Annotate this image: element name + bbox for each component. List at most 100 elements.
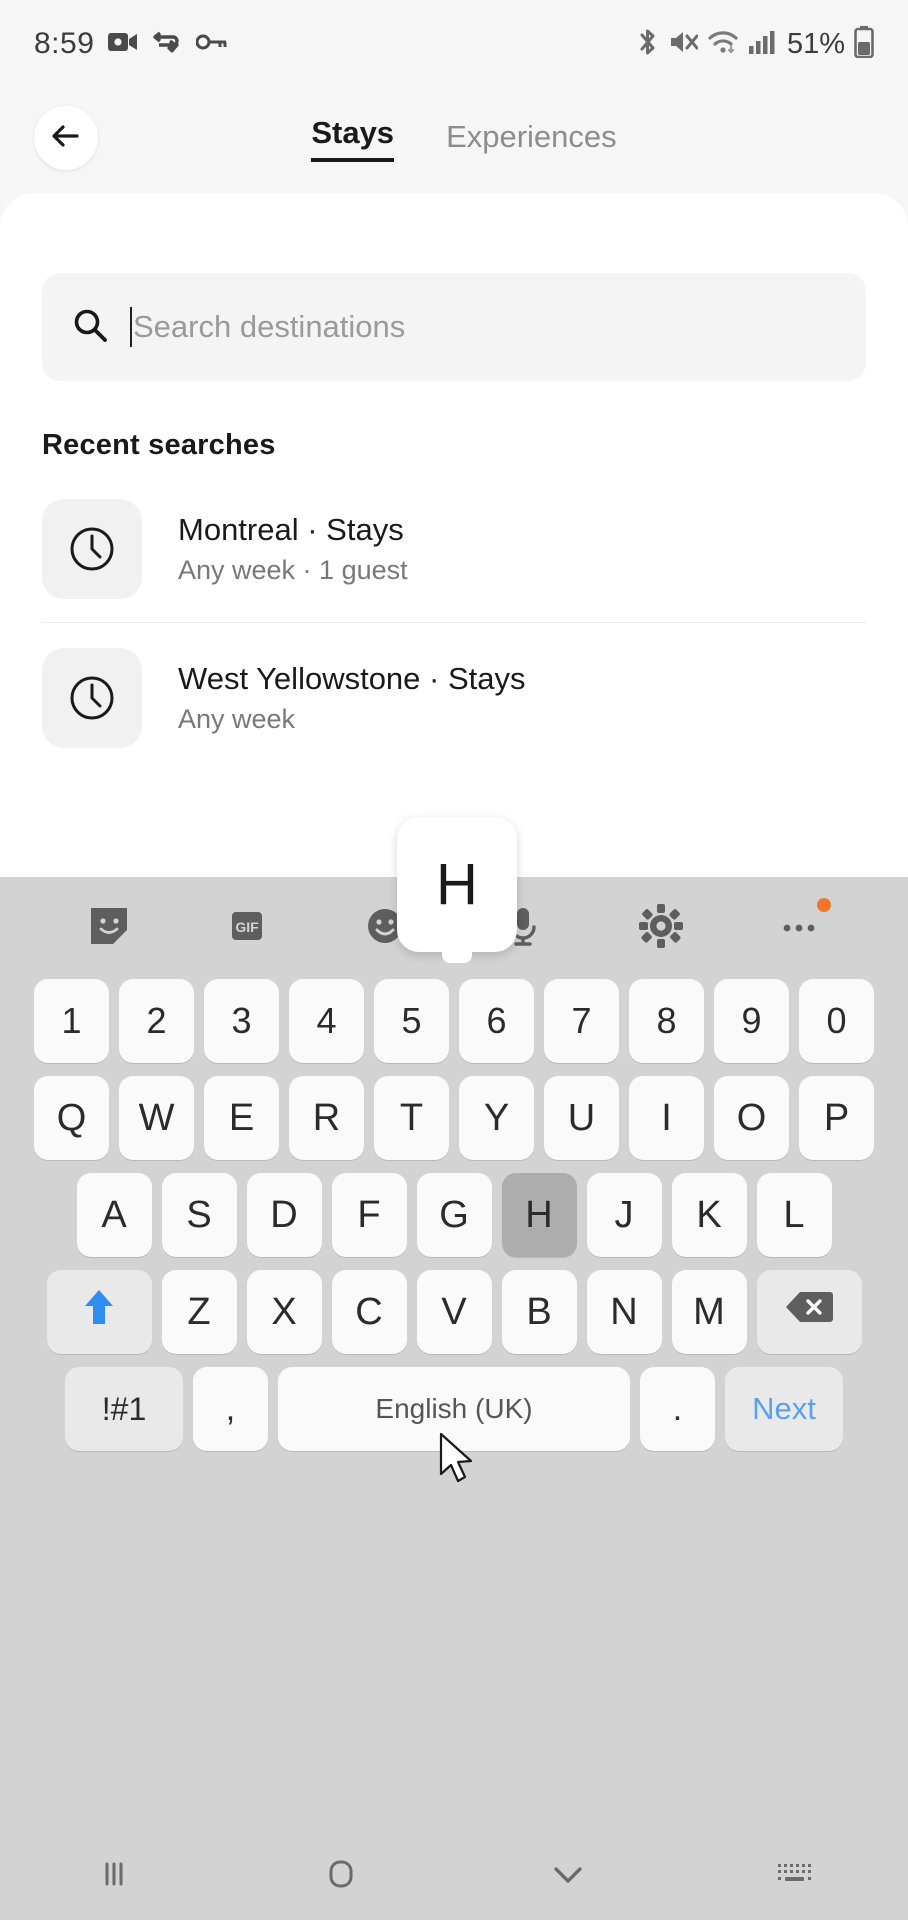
list-item-title: Montreal · Stays — [178, 512, 404, 547]
backspace-key[interactable] — [756, 1270, 862, 1354]
key-f[interactable]: F — [331, 1173, 407, 1257]
bluetooth-icon — [637, 27, 659, 62]
key-g[interactable]: G — [416, 1173, 492, 1257]
wifi-icon — [707, 29, 739, 60]
list-item-subtitle: Any week — [178, 704, 296, 734]
list-item-texts: West Yellowstone · Stays Any week — [178, 661, 526, 735]
on-screen-keyboard: GIF 1 2 3 4 5 6 7 8 9 0 Q W E R T Y U I … — [0, 817, 908, 1920]
next-key[interactable]: Next — [725, 1367, 843, 1451]
key-h[interactable]: H — [501, 1173, 577, 1257]
signal-icon — [748, 29, 776, 60]
keyboard-number-row: 1 2 3 4 5 6 7 8 9 0 — [0, 979, 908, 1063]
key-t[interactable]: T — [374, 1076, 449, 1160]
key-9[interactable]: 9 — [714, 979, 789, 1063]
hide-keyboard-chevron-icon[interactable] — [454, 1859, 681, 1889]
recents-icon[interactable] — [0, 1854, 227, 1894]
list-item-title: West Yellowstone · Stays — [178, 661, 526, 696]
gif-icon[interactable]: GIF — [217, 896, 277, 956]
key-2[interactable]: 2 — [119, 979, 194, 1063]
key-1[interactable]: 1 — [34, 979, 109, 1063]
shift-key[interactable] — [46, 1270, 152, 1354]
search-area: Search destinations — [0, 193, 908, 381]
key-i[interactable]: I — [629, 1076, 704, 1160]
key-k[interactable]: K — [671, 1173, 747, 1257]
list-divider — [42, 622, 866, 623]
key-0[interactable]: 0 — [799, 979, 874, 1063]
clock-icon — [42, 648, 142, 748]
tab-bar: Stays Experiences — [291, 115, 617, 162]
tab-stays[interactable]: Stays — [311, 115, 395, 162]
keyboard-row-2: A S D F G H J K L — [0, 1173, 908, 1257]
back-arrow-icon — [49, 121, 83, 156]
key-c[interactable]: C — [331, 1270, 407, 1354]
comma-key[interactable]: , — [193, 1367, 268, 1451]
key-6[interactable]: 6 — [459, 979, 534, 1063]
period-key[interactable]: . — [640, 1367, 715, 1451]
list-item-subtitle: Any week · 1 guest — [178, 555, 408, 585]
key-preview-popup: H — [397, 817, 517, 952]
key-q[interactable]: Q — [34, 1076, 109, 1160]
text-cursor — [130, 307, 132, 347]
key-r[interactable]: R — [289, 1076, 364, 1160]
sticker-icon[interactable] — [79, 896, 139, 956]
status-bar-left: 8:59 — [34, 27, 228, 61]
list-item[interactable]: Montreal · Stays Any week · 1 guest — [0, 484, 908, 614]
space-key[interactable]: English (UK) — [278, 1367, 630, 1451]
keyboard-row-3: Z X C V B N M — [0, 1270, 908, 1354]
video-camera-icon — [108, 31, 138, 58]
notification-badge — [817, 898, 831, 912]
home-icon[interactable] — [227, 1852, 454, 1896]
key-x[interactable]: X — [246, 1270, 322, 1354]
list-item-texts: Montreal · Stays Any week · 1 guest — [178, 512, 408, 586]
key-p[interactable]: P — [799, 1076, 874, 1160]
app-header: Stays Experiences — [0, 88, 908, 188]
key-b[interactable]: B — [501, 1270, 577, 1354]
key-z[interactable]: Z — [161, 1270, 237, 1354]
key-l[interactable]: L — [756, 1173, 832, 1257]
clock-icon — [42, 499, 142, 599]
key-e[interactable]: E — [204, 1076, 279, 1160]
system-navigation-bar — [0, 1828, 908, 1920]
search-icon — [72, 307, 108, 348]
key-m[interactable]: M — [671, 1270, 747, 1354]
mute-icon — [668, 28, 699, 61]
key-j[interactable]: J — [586, 1173, 662, 1257]
key-v[interactable]: V — [416, 1270, 492, 1354]
settings-gear-icon[interactable] — [631, 896, 691, 956]
key-8[interactable]: 8 — [629, 979, 704, 1063]
keyboard-row-1: Q W E R T Y U I O P — [0, 1076, 908, 1160]
key-3[interactable]: 3 — [204, 979, 279, 1063]
key-5[interactable]: 5 — [374, 979, 449, 1063]
search-input[interactable]: Search destinations — [42, 273, 866, 381]
recent-searches-title: Recent searches — [42, 429, 276, 461]
key-u[interactable]: U — [544, 1076, 619, 1160]
phone-screen: 8:59 51% Stays Experiences Search destin… — [0, 0, 908, 1920]
search-caret-row: Search destinations — [130, 307, 405, 347]
key-icon — [195, 33, 228, 56]
key-y[interactable]: Y — [459, 1076, 534, 1160]
key-7[interactable]: 7 — [544, 979, 619, 1063]
search-placeholder: Search destinations — [133, 309, 406, 344]
list-item[interactable]: West Yellowstone · Stays Any week — [0, 633, 908, 763]
svg-text:GIF: GIF — [235, 919, 259, 935]
key-d[interactable]: D — [246, 1173, 322, 1257]
battery-percent: 51% — [786, 27, 845, 60]
key-a[interactable]: A — [76, 1173, 152, 1257]
key-n[interactable]: N — [586, 1270, 662, 1354]
battery-icon — [854, 25, 874, 63]
back-button[interactable] — [34, 106, 98, 170]
key-w[interactable]: W — [119, 1076, 194, 1160]
status-bar-right: 51% — [637, 25, 874, 63]
keyboard-row-4: !#1 , English (UK) . Next — [0, 1367, 908, 1451]
key-s[interactable]: S — [161, 1173, 237, 1257]
symbols-key[interactable]: !#1 — [65, 1367, 183, 1451]
vpn-icon — [152, 30, 182, 59]
key-o[interactable]: O — [714, 1076, 789, 1160]
recent-searches-list: Montreal · Stays Any week · 1 guest West… — [0, 484, 908, 763]
more-options-icon[interactable] — [769, 896, 831, 956]
tab-experiences[interactable]: Experiences — [446, 119, 617, 162]
keyboard-switch-icon[interactable] — [681, 1859, 908, 1889]
shift-up-arrow-icon — [79, 1286, 119, 1338]
key-4[interactable]: 4 — [289, 979, 364, 1063]
status-bar: 8:59 51% — [0, 0, 908, 88]
